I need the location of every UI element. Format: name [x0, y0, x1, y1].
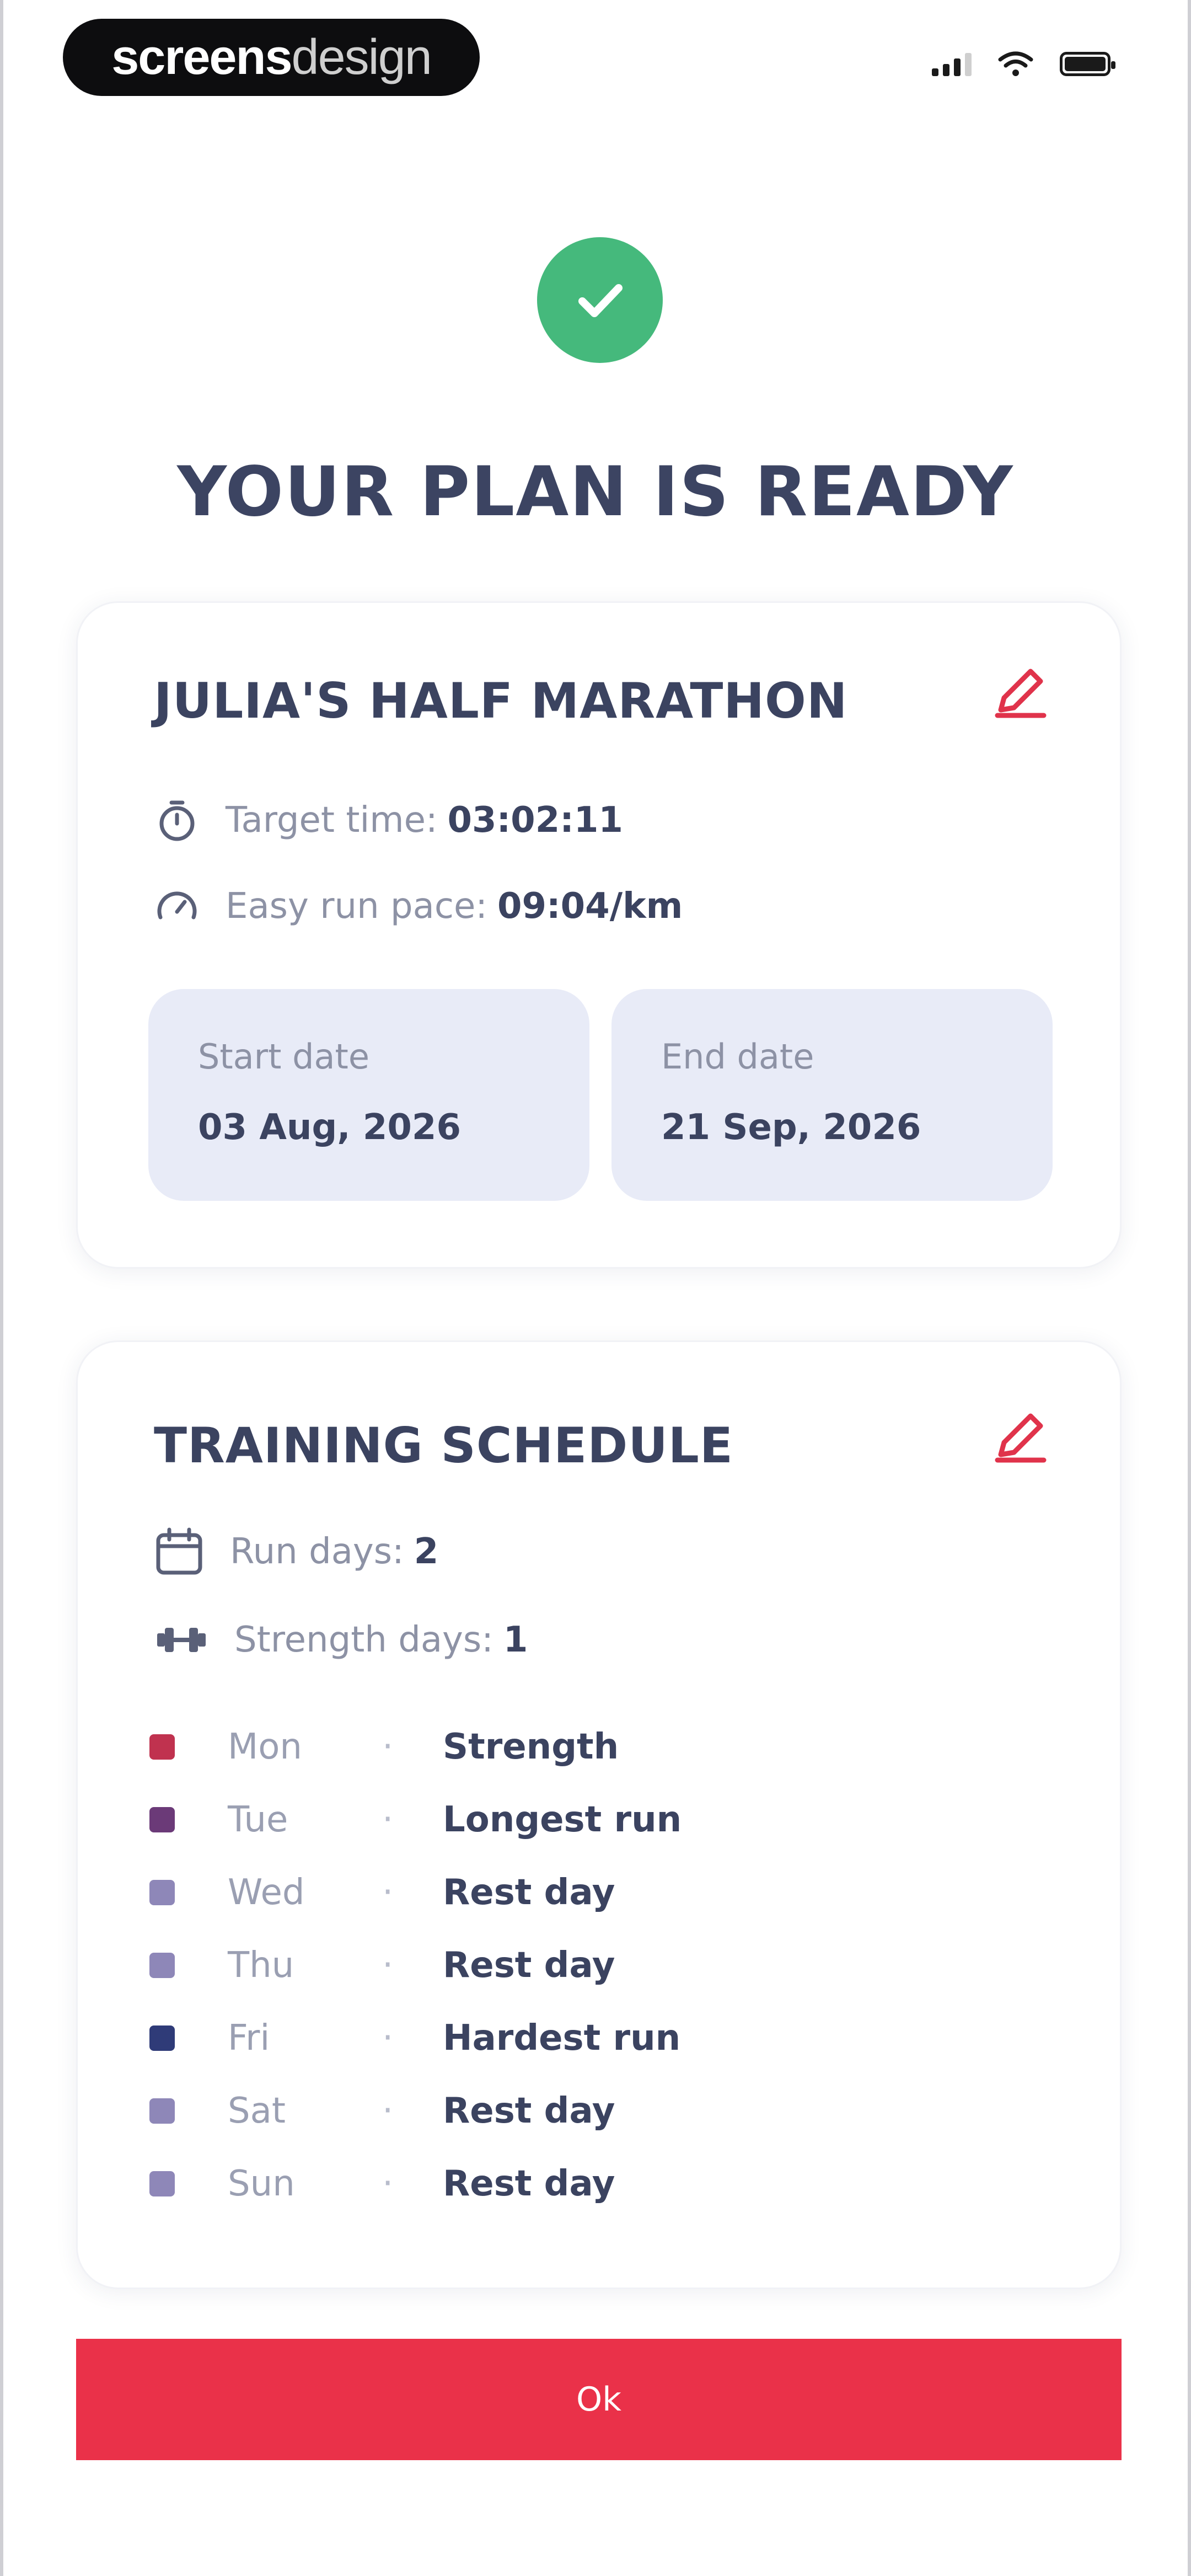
- wifi-icon: [998, 51, 1033, 76]
- start-date-label: Start date: [198, 1036, 369, 1077]
- page-title: YOUR PLAN IS READY: [177, 452, 1014, 532]
- day-name: Sat: [228, 2091, 286, 2131]
- schedule-day-wed: Wed · Rest day: [149, 1865, 977, 1920]
- day-color-swatch: [149, 1880, 175, 1905]
- schedule-day-fri: Fri · Hardest run: [149, 2011, 977, 2066]
- target-time-row: Target time: 03:02:11: [154, 797, 623, 843]
- easy-pace-value: 09:04/km: [497, 886, 683, 927]
- schedule-title: TRAINING SCHEDULE: [154, 1417, 733, 1474]
- dumbbell-icon: [157, 1628, 206, 1652]
- run-days-row: Run days: 2: [154, 1526, 438, 1577]
- strength-days-value: 1: [503, 1620, 528, 1660]
- day-color-swatch: [149, 2025, 175, 2051]
- run-days-value: 2: [414, 1531, 439, 1572]
- day-separator: ·: [382, 2091, 394, 2131]
- day-color-swatch: [149, 1953, 175, 1978]
- brand-logo: screensdesign: [111, 29, 432, 86]
- end-date-label: End date: [661, 1036, 814, 1077]
- status-icons: [932, 51, 1115, 77]
- speedometer-icon: [157, 891, 197, 920]
- day-color-swatch: [149, 1734, 175, 1760]
- day-name: Thu: [228, 1945, 294, 1986]
- app-screen: screensdesign YOUR PLAN IS READY JULIA'S…: [0, 0, 1191, 2576]
- target-time-value: 03:02:11: [447, 800, 623, 841]
- day-color-swatch: [149, 1807, 175, 1832]
- day-name: Wed: [228, 1872, 305, 1913]
- schedule-day-thu: Thu · Rest day: [149, 1938, 977, 1993]
- cellular-signal-icon: [932, 52, 972, 76]
- strength-days-label: Strength days:: [234, 1620, 493, 1660]
- day-activity: Hardest run: [443, 2018, 681, 2059]
- day-name: Tue: [228, 1799, 288, 1840]
- day-separator: ·: [382, 2163, 394, 2204]
- strength-days-row: Strength days: 1: [154, 1615, 528, 1665]
- end-date-value: 21 Sep, 2026: [661, 1107, 921, 1148]
- schedule-day-mon: Mon · Strength: [149, 1719, 977, 1775]
- day-color-swatch: [149, 2171, 175, 2196]
- day-activity: Rest day: [443, 1945, 615, 1986]
- pencil-icon: [995, 1413, 1047, 1463]
- start-date-box[interactable]: Start date 03 Aug, 2026: [148, 989, 589, 1201]
- run-days-label: Run days:: [230, 1531, 404, 1572]
- success-check-icon: [537, 237, 663, 363]
- end-date-box[interactable]: End date 21 Sep, 2026: [611, 989, 1053, 1201]
- easy-pace-label: Easy run pace:: [226, 886, 487, 927]
- schedule-day-sat: Sat · Rest day: [149, 2083, 977, 2139]
- easy-pace-row: Easy run pace: 09:04/km: [154, 883, 683, 929]
- battery-icon: [1060, 52, 1115, 76]
- plan-title: JULIA'S HALF MARATHON: [154, 672, 848, 729]
- day-name: Mon: [228, 1727, 302, 1767]
- day-activity: Longest run: [443, 1799, 682, 1840]
- day-separator: ·: [382, 1945, 394, 1986]
- day-separator: ·: [382, 1727, 394, 1767]
- start-date-value: 03 Aug, 2026: [198, 1107, 461, 1148]
- day-color-swatch: [149, 2098, 175, 2124]
- schedule-card: TRAINING SCHEDULE Run days: 2 Strength d…: [76, 1340, 1122, 2289]
- brand-badge: screensdesign: [63, 19, 480, 96]
- plan-card: JULIA'S HALF MARATHON Target time: 03:02…: [76, 601, 1122, 1269]
- day-name: Sun: [228, 2163, 295, 2204]
- day-separator: ·: [382, 2018, 394, 2059]
- target-time-label: Target time:: [226, 800, 438, 841]
- ok-button[interactable]: Ok: [76, 2339, 1122, 2460]
- calendar-icon: [156, 1527, 202, 1575]
- edit-plan-button[interactable]: [984, 656, 1056, 728]
- schedule-day-sun: Sun · Rest day: [149, 2156, 977, 2211]
- brand-logo-bold: screens: [111, 29, 292, 85]
- day-separator: ·: [382, 1799, 394, 1840]
- pencil-icon: [995, 669, 1047, 718]
- edit-schedule-button[interactable]: [984, 1401, 1056, 1472]
- schedule-day-tue: Tue · Longest run: [149, 1792, 977, 1847]
- brand-logo-light: design: [291, 29, 432, 85]
- day-activity: Strength: [443, 1727, 619, 1767]
- day-name: Fri: [228, 2018, 270, 2059]
- day-separator: ·: [382, 1872, 394, 1913]
- day-activity: Rest day: [443, 2163, 615, 2204]
- day-activity: Rest day: [443, 2091, 615, 2131]
- stopwatch-icon: [159, 800, 195, 841]
- day-activity: Rest day: [443, 1872, 615, 1913]
